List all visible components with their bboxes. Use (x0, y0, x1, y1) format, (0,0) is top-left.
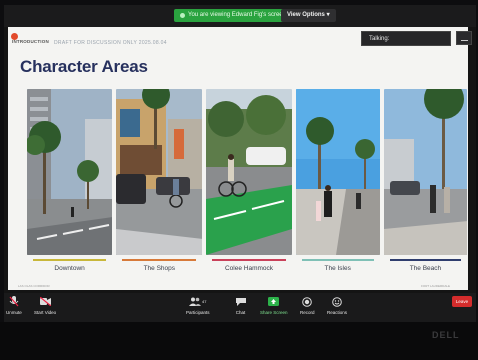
video-off-icon (39, 296, 51, 307)
area-label: The Shops (143, 265, 176, 272)
slide-footer-right: FORT LAUDERDALE (421, 284, 450, 288)
photo-the-beach (383, 89, 468, 255)
share-screen-label: Share Screen (260, 310, 288, 315)
minimize-icon[interactable] (456, 31, 472, 45)
talking-indicator: Talking: (361, 31, 451, 46)
participants-button[interactable]: 47 Participants (186, 296, 210, 315)
record-button[interactable]: Record (300, 296, 315, 315)
chat-icon (235, 296, 246, 307)
share-screen-icon (268, 296, 280, 307)
label-colee-hammock: Colee Hammock (206, 259, 291, 279)
record-icon (302, 296, 313, 307)
unmute-label: Unmute (6, 310, 22, 315)
shield-icon (180, 13, 185, 18)
label-the-shops: The Shops (116, 259, 202, 279)
photo-downtown (27, 89, 113, 255)
label-the-isles: The Isles (296, 259, 380, 279)
reactions-label: Reactions (327, 310, 348, 315)
record-label: Record (300, 310, 315, 315)
reactions-icon (332, 296, 343, 307)
photo-the-shops (116, 89, 203, 255)
character-area-labels: Downtown The Shops Colee Hammock The Isl… (27, 259, 467, 279)
color-rule (122, 259, 197, 261)
area-label: The Isles (324, 265, 351, 272)
monitor-brand-logo: DELL (432, 330, 460, 340)
view-options-button[interactable]: View Options ▾ (281, 9, 336, 22)
section-label: INTRODUCTION (12, 39, 49, 44)
participants-label: Participants (186, 310, 210, 315)
monitor-frame: You are viewing Edward Fig's screen View… (0, 0, 478, 360)
participants-icon: 47 (187, 296, 209, 307)
chevron-down-icon: ▾ (326, 12, 330, 18)
color-rule (301, 259, 374, 261)
view-options-label: View Options (287, 12, 325, 18)
label-downtown: Downtown (27, 259, 112, 279)
label-the-beach: The Beach (384, 259, 467, 279)
participant-count: 47 (202, 299, 207, 304)
leave-button[interactable]: Leave (452, 296, 472, 307)
start-video-label: Start Video (34, 310, 57, 315)
screen: You are viewing Edward Fig's screen View… (4, 5, 476, 322)
start-video-button[interactable]: Start Video (34, 296, 56, 315)
monitor-bezel (0, 322, 478, 360)
meeting-controls: Unmute Start Video 47 Participants Chat … (4, 293, 476, 322)
chat-button[interactable]: Chat (235, 296, 246, 315)
area-label: The Beach (409, 265, 442, 272)
photo-the-isles (295, 89, 380, 255)
viewing-banner: You are viewing Edward Fig's screen (174, 9, 292, 22)
shared-slide: INTRODUCTION DRAFT FOR DISCUSSION ONLY 2… (8, 27, 468, 290)
share-top-bar: You are viewing Edward Fig's screen View… (4, 5, 476, 27)
color-rule (212, 259, 286, 261)
color-rule (389, 259, 462, 261)
microphone-muted-icon (8, 296, 19, 307)
draft-notice: DRAFT FOR DISCUSSION ONLY 2025.08.04 (54, 40, 167, 46)
slide-footer-left: LAS OLAS CORRIDOR (18, 284, 50, 288)
share-screen-button[interactable]: Share Screen (260, 296, 288, 315)
reactions-button[interactable]: Reactions (327, 296, 347, 315)
viewing-banner-text: You are viewing Edward Fig's screen (188, 12, 286, 18)
color-rule (33, 259, 107, 261)
chat-label: Chat (235, 310, 246, 315)
photo-colee-hammock (206, 89, 292, 255)
unmute-button[interactable]: Unmute (6, 296, 22, 315)
area-label: Downtown (54, 265, 85, 272)
character-area-photos (27, 89, 468, 255)
slide-title: Character Areas (20, 57, 148, 76)
area-label: Colee Hammock (224, 265, 274, 272)
